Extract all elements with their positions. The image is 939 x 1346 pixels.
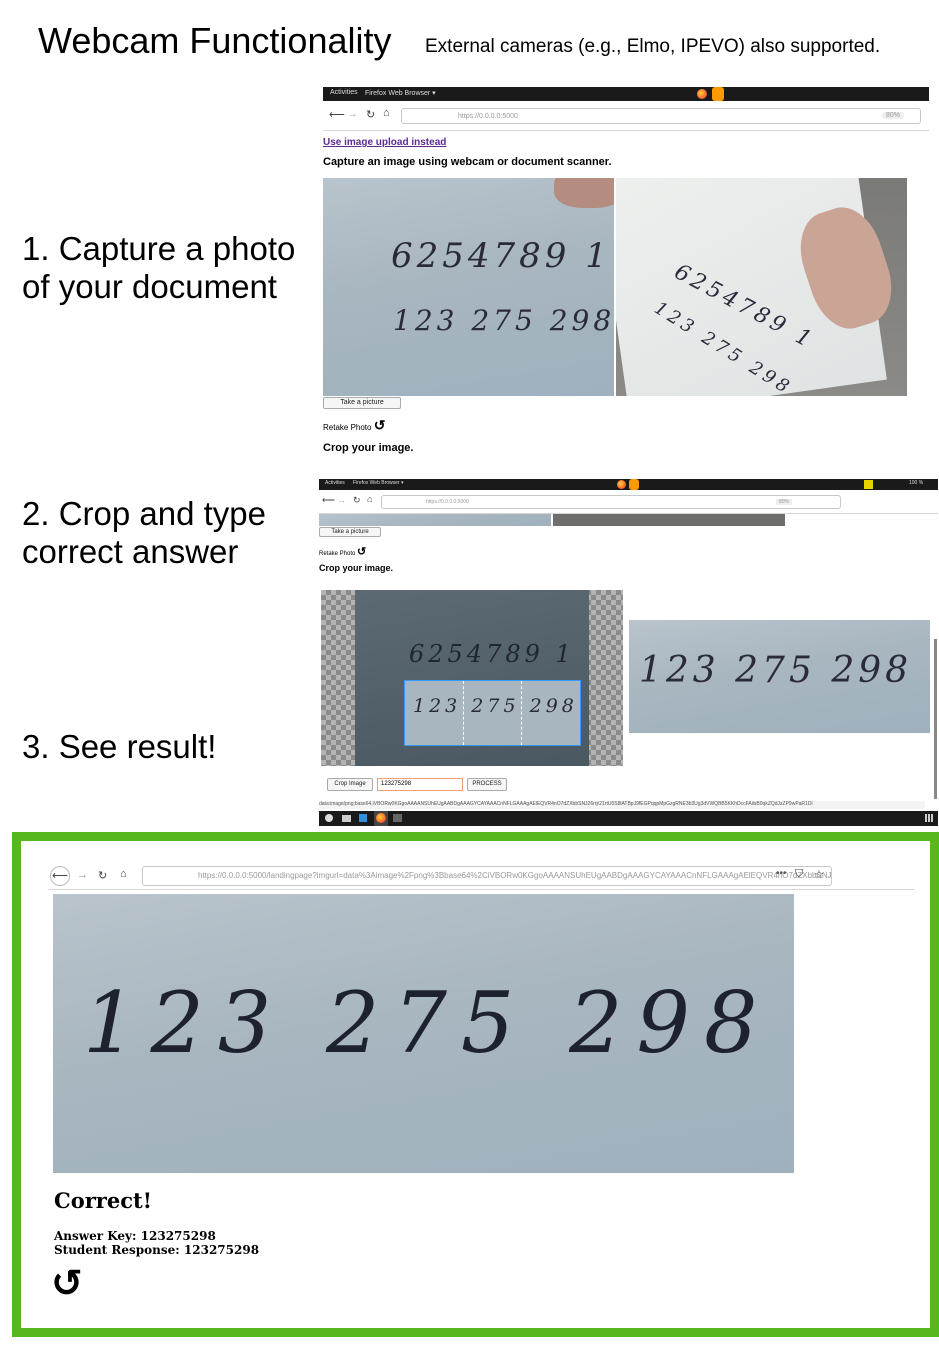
os-icon[interactable] — [325, 814, 333, 822]
crop-heading: Crop your image. — [319, 563, 394, 573]
system-topbar: Activities Firefox Web Browser ▾ 100 % — [319, 479, 938, 490]
back-icon[interactable]: ⟵ — [329, 108, 345, 121]
home-icon[interactable]: ⌂ — [120, 868, 127, 880]
restart-icon[interactable]: ↺ — [51, 1263, 83, 1303]
back-icon[interactable]: ⟵ — [50, 866, 70, 886]
retake-icon[interactable]: ↺ — [357, 546, 366, 558]
crop-heading: Crop your image. — [323, 442, 414, 454]
result-image: 123 275 298 — [53, 894, 794, 1173]
retake-photo-label[interactable]: Retake Photo ↺ — [323, 417, 385, 434]
url-bar[interactable]: https://0.0.0.0:5000 80% — [401, 108, 921, 124]
result-panel: ⟵ → ↻ ⌂ https://0.0.0.0:5000/landingpage… — [12, 832, 939, 1337]
reload-icon[interactable]: ↻ — [353, 495, 361, 506]
firefox-icon — [617, 480, 626, 489]
capture-heading: Capture an image using webcam or documen… — [323, 156, 612, 168]
answer-input[interactable]: 123275298 — [377, 778, 463, 791]
retake-photo-label[interactable]: Retake Photo ↺ — [319, 545, 366, 558]
take-picture-button[interactable]: Take a picture — [319, 527, 381, 537]
terminal-icon[interactable] — [393, 814, 402, 822]
browser-menu[interactable]: Firefox Web Browser ▾ — [353, 480, 404, 486]
camera-indicator-icon — [629, 479, 639, 490]
student-response-value: 123275298 — [183, 1243, 260, 1257]
process-button[interactable]: PROCESS — [467, 778, 507, 791]
step-2-label: 2. Crop and type correct answer — [22, 495, 266, 570]
url-bar[interactable]: https://0.0.0.0:5000/landingpage?imgurl=… — [142, 866, 832, 886]
upload-link[interactable]: Use image upload instead — [323, 137, 446, 148]
crop-handwriting-top: 6254789 1 — [409, 640, 575, 668]
notification-icon — [864, 480, 873, 489]
handwriting-bottom: 123 275 298 — [393, 304, 614, 337]
browser-toolbar: ⟵ → ↻ ⌂ https://0.0.0.0:5000 80% — [323, 101, 929, 131]
result-status: Correct! — [54, 1188, 152, 1213]
apps-grid-icon[interactable] — [925, 814, 933, 822]
webcam-preview-strip — [319, 514, 551, 526]
zoom-level[interactable]: 80% — [881, 112, 904, 119]
crop-screenshot: Activities Firefox Web Browser ▾ 100 % ⟵… — [319, 479, 938, 826]
camera-indicator-icon — [712, 87, 724, 101]
crop-canvas[interactable]: 6254789 1 123 275 298 — [321, 590, 623, 766]
activities-menu[interactable]: Activities — [330, 89, 358, 96]
handwriting-top: 6254789 1 — [391, 236, 611, 276]
home-icon[interactable]: ⌂ — [383, 107, 390, 119]
more-icon[interactable]: ••• — [776, 868, 787, 879]
captured-photo-strip — [553, 514, 785, 526]
step-1-label: 1. Capture a photo of your document — [22, 230, 296, 305]
pocket-icon[interactable]: ⛉ — [795, 868, 803, 881]
thumb-icon — [554, 178, 614, 208]
crop-selection[interactable]: 123 275 298 — [404, 680, 581, 746]
cropped-handwriting: 123 275 298 — [639, 650, 913, 691]
back-icon[interactable]: ⟵ — [322, 495, 335, 506]
browser-menu[interactable]: Firefox Web Browser ▾ — [365, 89, 436, 97]
step-3-label: 3. See result! — [22, 728, 217, 765]
scrollbar[interactable] — [934, 639, 937, 799]
files-icon[interactable] — [342, 815, 351, 822]
forward-icon[interactable]: → — [77, 869, 88, 881]
system-topbar: Activities Firefox Web Browser ▾ — [323, 87, 929, 101]
data-url-text: data:image/png;base64,iVBORw0KGgoAAAANSU… — [319, 801, 925, 809]
forward-icon[interactable]: → — [347, 108, 358, 120]
firefox-icon — [697, 89, 707, 99]
result-handwriting: 123 275 298 — [83, 974, 772, 1072]
activities-menu[interactable]: Activities — [325, 480, 345, 486]
answer-key-line: Answer Key: 123275298 — [54, 1229, 216, 1243]
cropped-preview: 123 275 298 — [629, 620, 930, 733]
vscode-icon[interactable] — [359, 814, 367, 822]
taskbar — [319, 811, 938, 826]
captured-photo: 6254789 1 123 275 298 — [616, 178, 907, 396]
answer-key-value: 123275298 — [140, 1229, 216, 1243]
answer-key-label: Answer Key: — [54, 1229, 137, 1243]
crop-image-button[interactable]: Crop Image — [327, 778, 373, 791]
home-icon[interactable]: ⌂ — [367, 494, 372, 504]
student-response-line: Student Response: 123275298 — [54, 1243, 259, 1257]
webcam-preview: 6254789 1 123 275 298 — [323, 178, 614, 396]
url-bar[interactable]: https://0.0.0.0:5000 80% — [381, 495, 841, 509]
crop-handwriting-bottom: 123 275 298 — [413, 695, 578, 717]
forward-icon[interactable]: → — [337, 495, 346, 505]
zoom-level[interactable]: 80% — [775, 499, 792, 505]
page-subtitle: External cameras (e.g., Elmo, IPEVO) als… — [425, 36, 881, 57]
firefox-icon[interactable] — [374, 811, 388, 826]
browser-toolbar: ⟵ → ↻ ⌂ https://0.0.0.0:5000 80% — [319, 490, 938, 514]
reload-icon[interactable]: ↻ — [366, 108, 375, 121]
battery-status: 100 % — [909, 480, 924, 486]
take-picture-button[interactable]: Take a picture — [323, 397, 401, 409]
reload-icon[interactable]: ↻ — [98, 869, 107, 882]
retake-icon[interactable]: ↺ — [374, 417, 386, 433]
bookmark-star-icon[interactable]: ☆ — [814, 868, 824, 881]
student-response-label: Student Response: — [54, 1243, 180, 1257]
capture-screenshot: Activities Firefox Web Browser ▾ ⟵ → ↻ ⌂… — [323, 87, 929, 462]
browser-toolbar: ⟵ → ↻ ⌂ https://0.0.0.0:5000/landingpage… — [48, 864, 914, 890]
page-title: Webcam Functionality — [38, 20, 392, 61]
